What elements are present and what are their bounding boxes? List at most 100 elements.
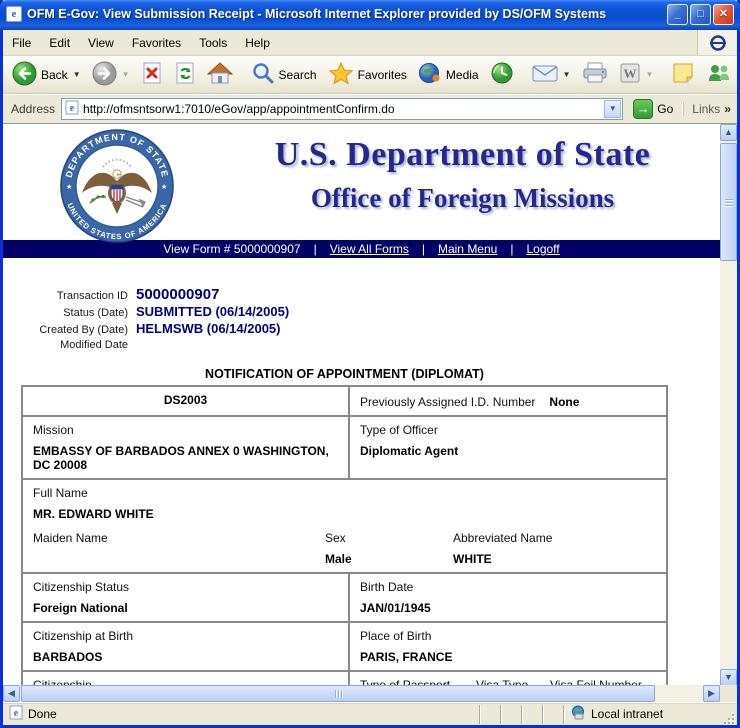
toolbar: Back ▼ ▼ Search Favorites Media ▼ W ▼ [3, 56, 737, 94]
citizenship-status-label: Citizenship Status [33, 580, 130, 594]
page-title-line1: U.S. Department of State [274, 136, 651, 173]
svg-text:W: W [623, 66, 636, 81]
edit-word-icon: W [619, 62, 641, 87]
table-row: DS2003 Previously Assigned I.D. Number N… [21, 385, 668, 417]
nav-main-menu-link[interactable]: Main Menu [438, 242, 497, 256]
vertical-scroll-thumb[interactable] [720, 143, 737, 261]
browser-window: e OFM E-Gov: View Submission Receipt - M… [0, 0, 740, 728]
forward-icon [92, 61, 117, 89]
mail-button[interactable]: ▼ [527, 59, 576, 91]
nav-logoff-link[interactable]: Logoff [526, 242, 559, 256]
back-button[interactable]: Back ▼ [7, 59, 86, 91]
go-button[interactable]: → Go [629, 98, 677, 120]
status-page-icon: e [9, 705, 23, 723]
close-button[interactable]: ✕ [713, 3, 734, 25]
window-title: OFM E-Gov: View Submission Receipt - Mic… [27, 7, 607, 21]
links-bar[interactable]: Links » [683, 102, 731, 116]
status-label: Status (Date) [63, 307, 128, 319]
favorites-icon [328, 61, 354, 88]
transaction-id-label: Transaction ID [56, 290, 128, 302]
links-chevron-icon: » [724, 102, 731, 116]
go-arrow-icon: → [633, 99, 654, 119]
scroll-right-button[interactable]: ▶ [703, 685, 720, 702]
address-page-icon: e [65, 100, 79, 118]
vertical-scrollbar[interactable]: ▲ ▼ [720, 124, 737, 686]
menu-file[interactable]: File [3, 32, 40, 54]
form-number: DS2003 [21, 385, 350, 417]
discuss-button[interactable] [666, 59, 700, 91]
menu-view[interactable]: View [79, 32, 123, 54]
menu-edit[interactable]: Edit [40, 32, 79, 54]
history-button[interactable] [485, 59, 519, 91]
status-pane-empty [542, 704, 563, 724]
address-url[interactable]: http://ofmsntsorw1:7010/eGov/app/appoint… [83, 102, 604, 116]
scroll-down-button[interactable]: ▼ [720, 669, 737, 686]
horizontal-scroll-thumb[interactable] [21, 685, 655, 702]
svg-text:e: e [70, 103, 75, 114]
messenger-button[interactable] [701, 59, 737, 91]
appointment-form-table: DS2003 Previously Assigned I.D. Number N… [21, 385, 668, 686]
zone-text: Local intranet [591, 707, 664, 721]
address-dropdown-icon[interactable]: ▼ [604, 100, 622, 118]
print-icon [582, 61, 608, 88]
menu-tools[interactable]: Tools [190, 32, 236, 54]
address-input[interactable]: e http://ofmsntsorw1:7010/eGov/app/appoi… [61, 98, 624, 120]
place-of-birth-value: PARIS, FRANCE [360, 650, 453, 664]
address-label: Address [11, 102, 56, 116]
media-button[interactable]: Media [413, 59, 484, 91]
home-button[interactable] [202, 59, 238, 91]
birth-date-value: JAN/01/1945 [360, 601, 431, 615]
menu-bar: File Edit View Favorites Tools Help [3, 30, 737, 56]
scroll-up-button[interactable]: ▲ [720, 124, 737, 141]
intranet-globe-icon [570, 705, 586, 723]
nav-view-all-forms-link[interactable]: View All Forms [330, 242, 409, 256]
security-zone-pane: Local intranet [563, 704, 721, 724]
abbreviated-name-value: WHITE [453, 552, 492, 566]
place-of-birth-label: Place of Birth [360, 629, 432, 643]
scrollbar-corner [720, 685, 737, 702]
minimize-button[interactable]: _ [667, 3, 688, 25]
page-header: DEPARTMENT OF STATE UNITED STATES OF AME… [3, 124, 720, 243]
mail-dropdown-icon: ▼ [562, 70, 571, 79]
print-button[interactable] [577, 59, 613, 91]
status-value: SUBMITTED (06/14/2005) [136, 304, 290, 319]
back-dropdown-icon: ▼ [72, 70, 81, 79]
favorites-label: Favorites [357, 67, 407, 82]
birth-date-label: Birth Date [360, 580, 414, 594]
forward-dropdown-icon: ▼ [121, 70, 130, 79]
transaction-id-value: 5000000907 [136, 286, 220, 303]
browser-viewport: DEPARTMENT OF STATE UNITED STATES OF AME… [3, 123, 737, 702]
department-of-state-seal: DEPARTMENT OF STATE UNITED STATES OF AME… [60, 129, 174, 243]
home-icon [206, 61, 233, 88]
maximize-button[interactable]: □ [690, 3, 711, 25]
resize-grip[interactable] [721, 711, 735, 725]
refresh-button[interactable] [169, 59, 201, 91]
media-icon [418, 61, 442, 88]
prev-id-value: None [549, 395, 580, 409]
horizontal-scrollbar[interactable]: ◀ ▶ [3, 685, 720, 702]
type-of-officer-value: Diplomatic Agent [360, 444, 459, 458]
search-button[interactable]: Search [246, 59, 322, 91]
search-icon [251, 61, 275, 88]
stop-icon [141, 61, 163, 88]
full-name-label: Full Name [33, 486, 88, 500]
forward-button[interactable]: ▼ [87, 59, 135, 91]
edit-word-button[interactable]: W ▼ [614, 59, 659, 91]
refresh-icon [174, 61, 196, 88]
title-bar[interactable]: e OFM E-Gov: View Submission Receipt - M… [0, 0, 740, 30]
nav-separator: | [313, 242, 317, 256]
svg-text:★: ★ [66, 183, 72, 191]
stop-button[interactable] [136, 59, 168, 91]
edit-dropdown-icon: ▼ [645, 70, 654, 79]
menu-help[interactable]: Help [236, 32, 279, 54]
scroll-left-button[interactable]: ◀ [3, 685, 20, 702]
mission-label: Mission [33, 423, 74, 437]
sex-value: Male [325, 552, 352, 566]
favorites-button[interactable]: Favorites [323, 59, 412, 91]
media-label: Media [445, 67, 479, 82]
citizenship-status-value: Foreign National [33, 601, 128, 615]
page: DEPARTMENT OF STATE UNITED STATES OF AME… [3, 124, 720, 686]
menu-favorites[interactable]: Favorites [123, 32, 190, 54]
citizenship-at-birth-label: Citizenship at Birth [33, 629, 134, 643]
type-of-officer-label: Type of Officer [360, 423, 438, 437]
